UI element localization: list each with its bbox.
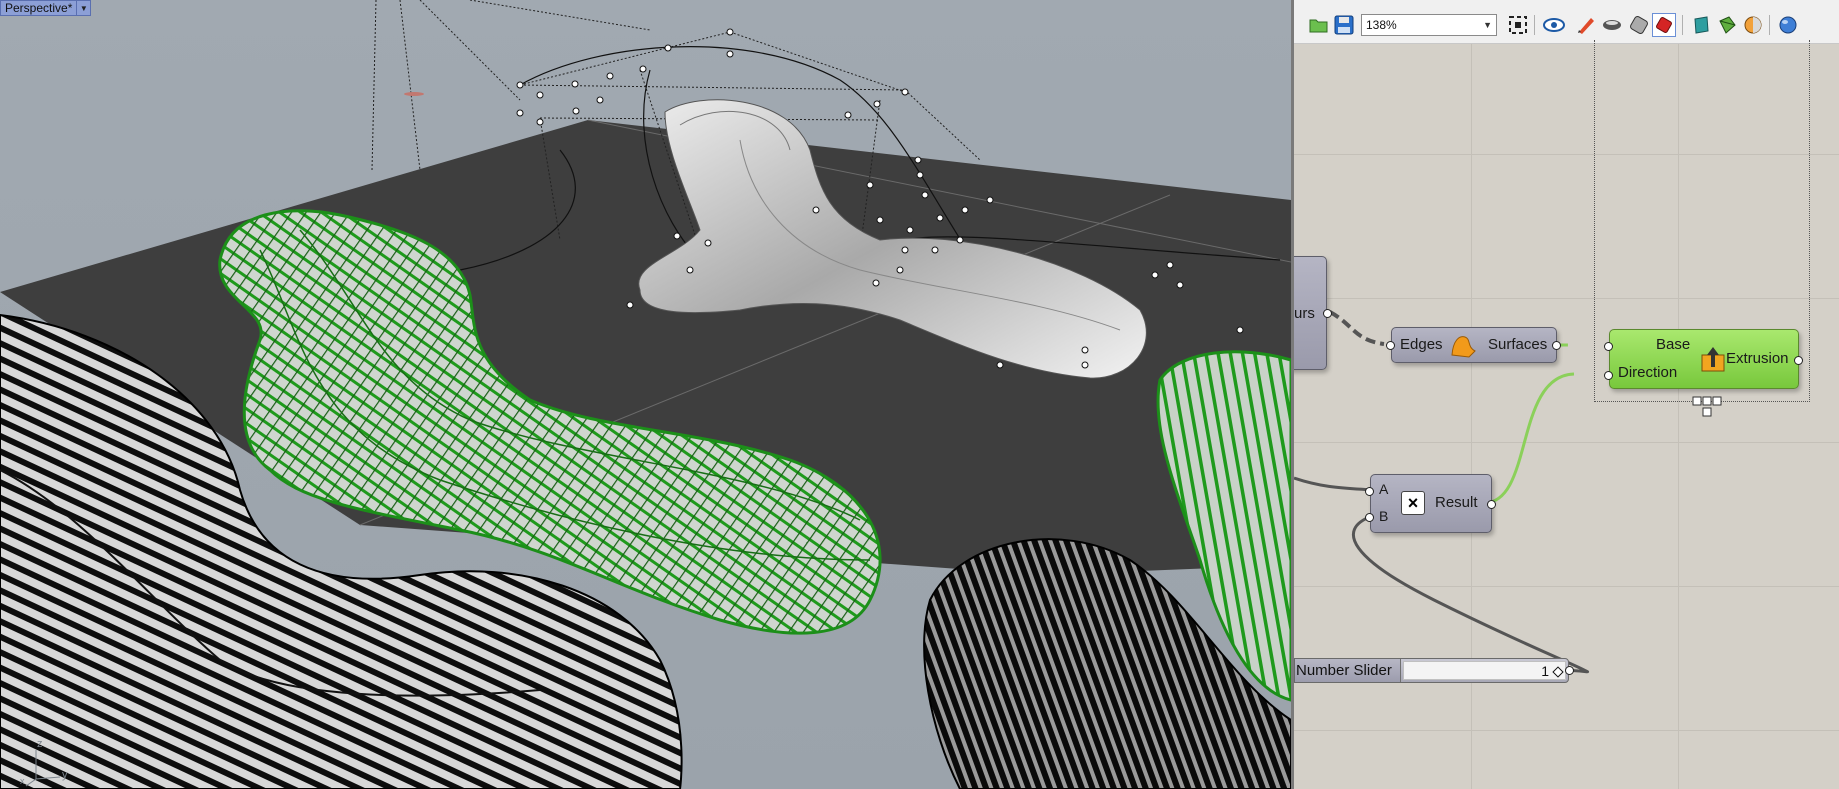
output-grip-surfaces[interactable] xyxy=(1552,341,1561,350)
partial-component-label: urs xyxy=(1294,305,1315,322)
input-label-direction: Direction xyxy=(1618,364,1678,381)
output-grip-extrusion[interactable] xyxy=(1794,356,1803,365)
axis-x-label: x xyxy=(20,776,25,786)
slider-value: 1 xyxy=(1541,663,1549,679)
rhino-perspective-viewport[interactable]: Perspective* ▼ z y x xyxy=(0,0,1291,789)
output-label-extrusion: Extrusion xyxy=(1726,350,1789,367)
output-grip-slider[interactable] xyxy=(1565,666,1574,675)
output-grip[interactable] xyxy=(1323,309,1332,318)
partial-component-node[interactable]: urs xyxy=(1294,256,1332,370)
input-label-b: B xyxy=(1379,508,1389,524)
viewport-3d-scene[interactable] xyxy=(0,0,1291,789)
multiply-icon: × xyxy=(1401,491,1425,515)
input-label-a: A xyxy=(1379,481,1389,497)
input-grip-base[interactable] xyxy=(1604,342,1613,351)
multiplication-component[interactable]: A B × Result xyxy=(1365,474,1496,533)
output-label-surfaces: Surfaces xyxy=(1488,336,1548,353)
slider-handle-icon[interactable] xyxy=(1552,666,1564,678)
viewport-title-tab[interactable]: Perspective* ▼ xyxy=(0,0,92,16)
extrude-component[interactable]: Base Direction Extrusion xyxy=(1604,329,1803,389)
extrude-icon xyxy=(1700,345,1726,378)
viewport-menu-arrow-icon[interactable]: ▼ xyxy=(76,1,90,15)
edge-surface-icon xyxy=(1449,333,1477,364)
axis-y-label: y xyxy=(62,769,68,781)
input-grip-a[interactable] xyxy=(1365,487,1374,496)
input-grip-direction[interactable] xyxy=(1604,371,1613,380)
grasshopper-canvas[interactable]: 138% ▼ urs Edges Surfaces Base Direction… xyxy=(1291,0,1839,789)
axis-z-label: z xyxy=(37,738,43,750)
slider-track[interactable]: 1 xyxy=(1403,661,1566,680)
number-slider[interactable]: Number Slider 1 xyxy=(1294,658,1574,683)
viewport-title[interactable]: Perspective* xyxy=(1,1,76,15)
edge-surface-component[interactable]: Edges Surfaces xyxy=(1386,327,1561,364)
output-label-result: Result xyxy=(1435,494,1478,511)
input-label-edges: Edges xyxy=(1400,336,1443,353)
input-grip-edges[interactable] xyxy=(1386,341,1395,350)
zoomable-parameter-icon[interactable] xyxy=(1691,396,1725,420)
slider-label: Number Slider xyxy=(1295,659,1401,682)
input-label-base: Base xyxy=(1656,336,1691,353)
output-grip-result[interactable] xyxy=(1487,500,1496,509)
input-grip-b[interactable] xyxy=(1365,513,1374,522)
